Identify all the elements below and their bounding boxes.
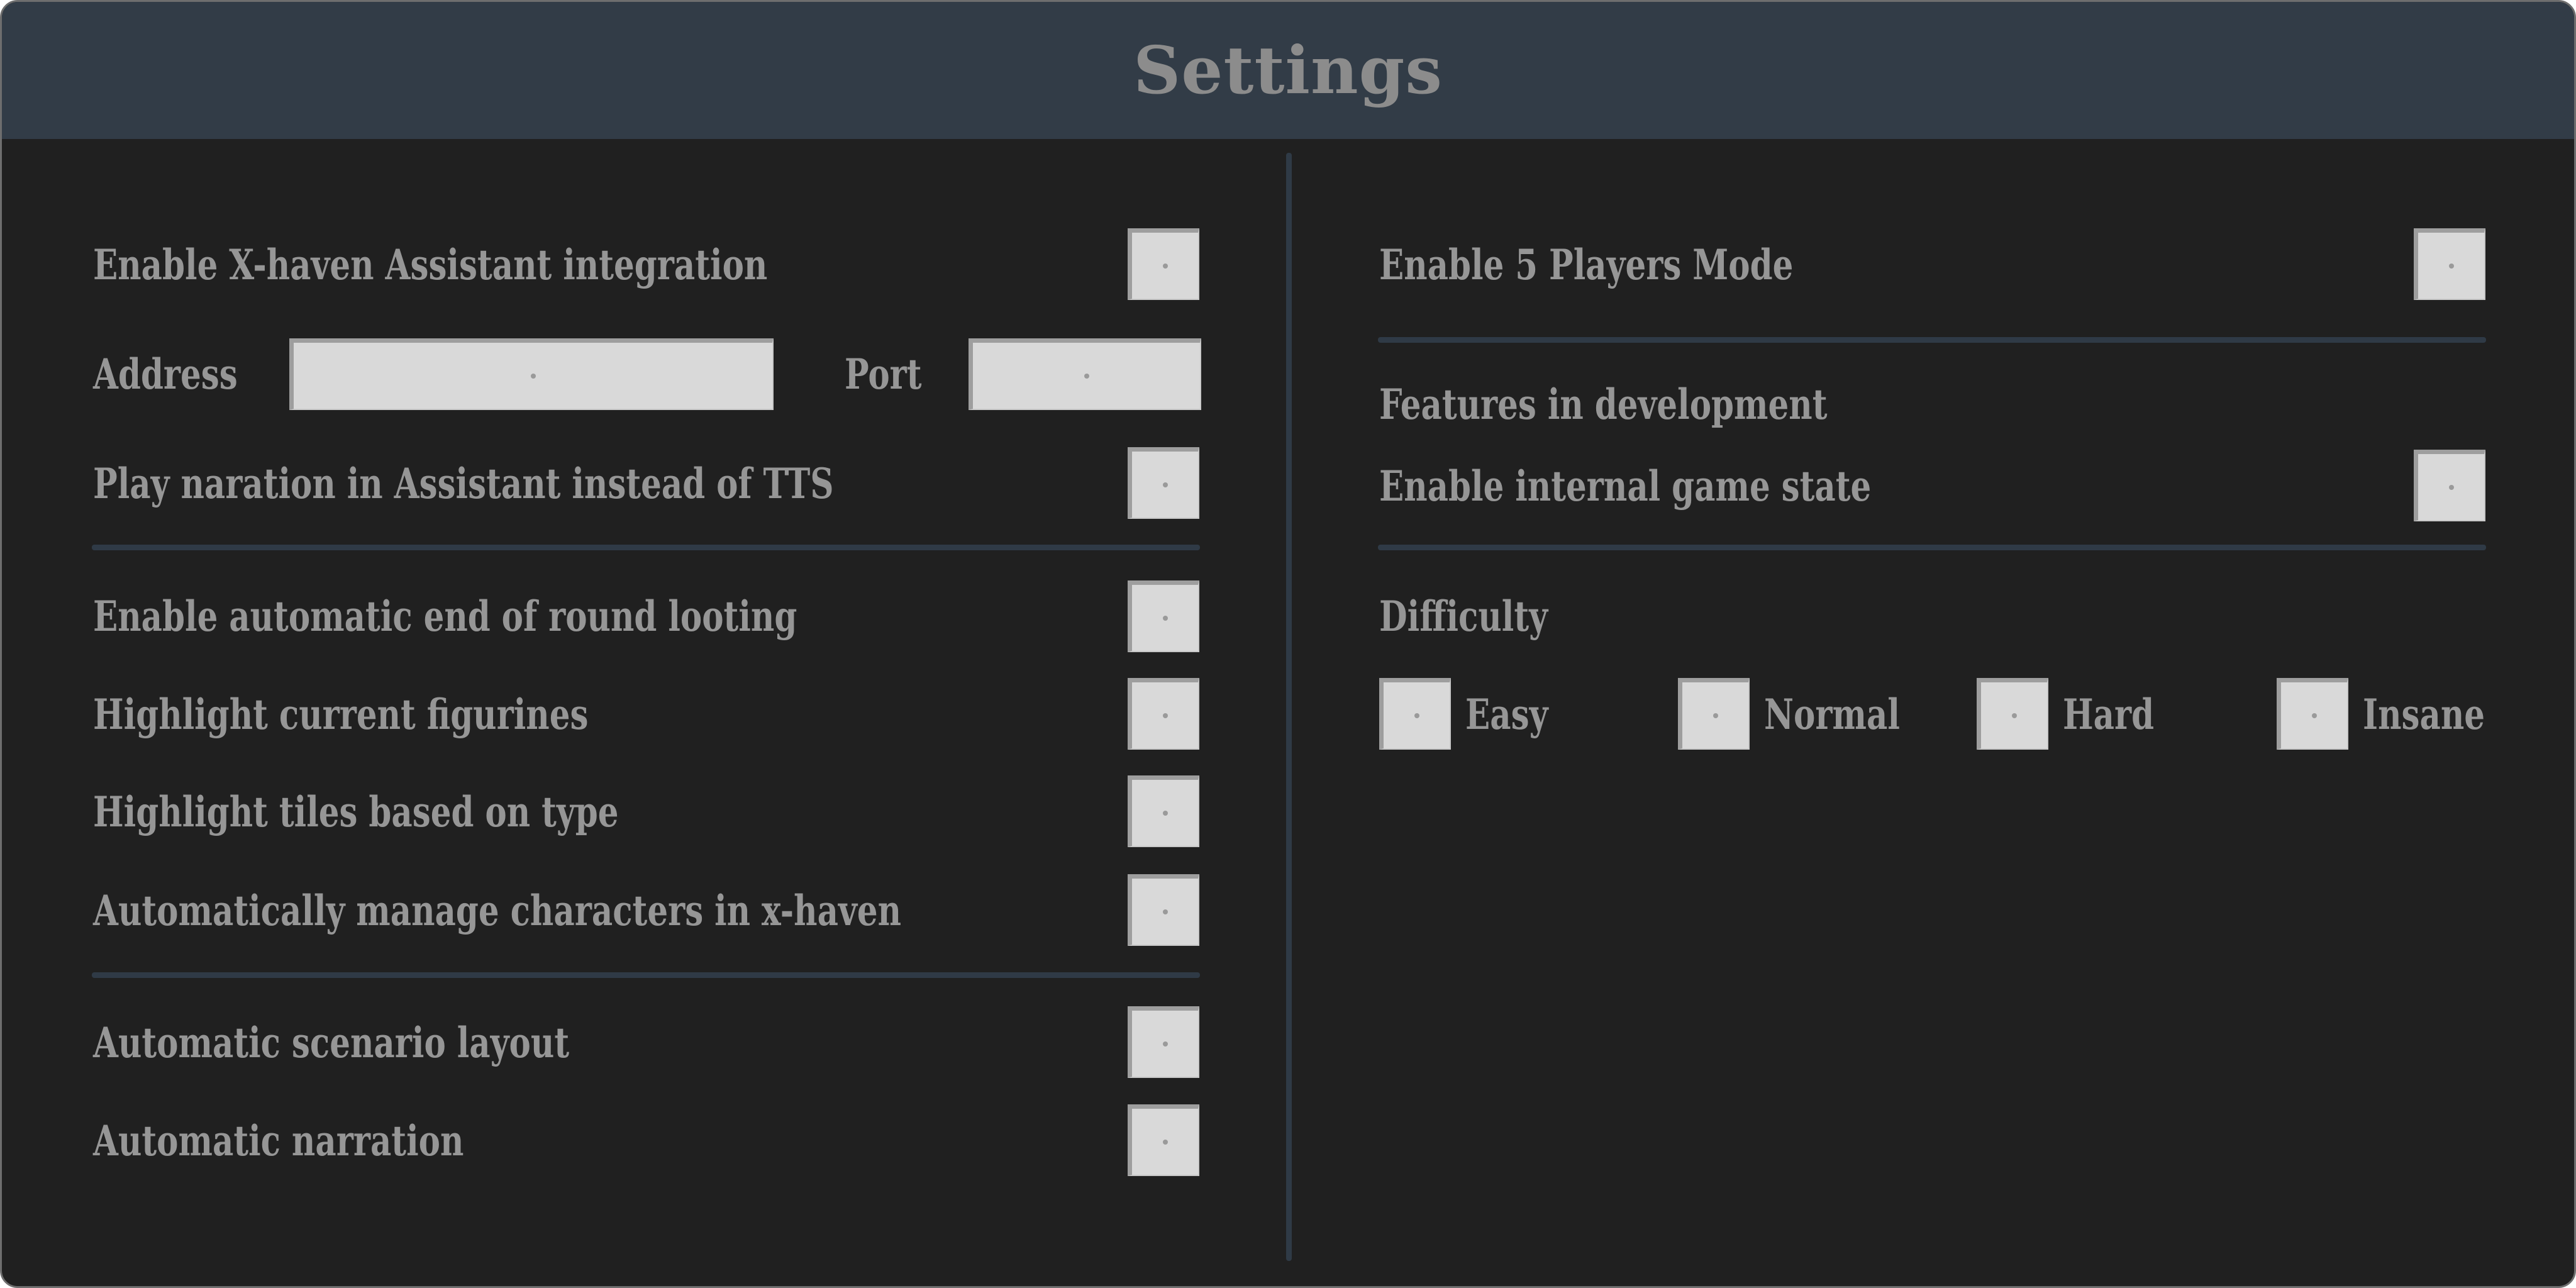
- highlight-tiles-label: Highlight tiles based on type: [93, 787, 619, 836]
- manage-characters-checkbox[interactable]: [1128, 874, 1199, 946]
- checkbox-indicator: [2448, 484, 2454, 490]
- port-input[interactable]: [973, 343, 1200, 409]
- scenario-layout-checkbox[interactable]: [1128, 1006, 1199, 1078]
- difficulty-insane-label: Insane: [2363, 690, 2485, 739]
- enable-assistant-label: Enable X-haven Assistant integration: [93, 240, 768, 289]
- checkbox-indicator: [1162, 909, 1168, 914]
- checkbox-indicator: [2448, 263, 2454, 269]
- checkbox-indicator: [1162, 713, 1168, 718]
- difficulty-normal-label: Normal: [1764, 690, 1900, 739]
- difficulty-hard-label: Hard: [2063, 690, 2155, 739]
- play-narration-label: Play naration in Assistant instead of TT…: [93, 459, 834, 508]
- port-field[interactable]: [969, 338, 1201, 410]
- difficulty-hard-radio[interactable]: [1977, 678, 2048, 750]
- auto-looting-label: Enable automatic end of round looting: [93, 592, 797, 641]
- checkbox-indicator: [1162, 482, 1168, 487]
- radio-indicator: [1414, 713, 1419, 718]
- address-field[interactable]: [289, 338, 774, 410]
- internal-state-label: Enable internal game state: [1379, 462, 1872, 511]
- port-label: Port: [845, 350, 922, 399]
- radio-indicator: [1713, 713, 1718, 718]
- address-input[interactable]: [294, 343, 772, 409]
- checkbox-indicator: [1162, 263, 1168, 269]
- radio-indicator: [2311, 713, 2317, 718]
- dev-features-heading: Features in development: [1379, 380, 1828, 429]
- section-divider: [1378, 545, 2486, 550]
- section-divider: [92, 545, 1200, 550]
- page-title: Settings: [1133, 31, 1443, 109]
- auto-narration-checkbox[interactable]: [1128, 1104, 1199, 1176]
- enable-assistant-checkbox[interactable]: [1128, 228, 1199, 300]
- highlight-figurines-label: Highlight current figurines: [93, 690, 589, 739]
- address-label: Address: [93, 350, 238, 399]
- section-divider: [92, 972, 1200, 978]
- settings-window: Settings Enable X-haven Assistant integr…: [0, 0, 2576, 1288]
- difficulty-insane-radio[interactable]: [2277, 678, 2348, 750]
- five-players-checkbox[interactable]: [2414, 228, 2485, 300]
- section-divider: [1378, 337, 2486, 343]
- internal-state-checkbox[interactable]: [2414, 450, 2485, 521]
- manage-characters-label: Automatically manage characters in x-hav…: [93, 886, 902, 935]
- difficulty-heading: Difficulty: [1379, 592, 1548, 641]
- checkbox-indicator: [1162, 810, 1168, 816]
- difficulty-easy-radio[interactable]: [1379, 678, 1451, 750]
- play-narration-checkbox[interactable]: [1128, 447, 1199, 519]
- five-players-label: Enable 5 Players Mode: [1379, 240, 1794, 289]
- header-bar: Settings: [2, 2, 2574, 139]
- auto-looting-checkbox[interactable]: [1128, 580, 1199, 652]
- radio-indicator: [2011, 713, 2017, 718]
- auto-narration-label: Automatic narration: [93, 1116, 464, 1165]
- highlight-figurines-checkbox[interactable]: [1128, 678, 1199, 750]
- scenario-layout-label: Automatic scenario layout: [93, 1018, 570, 1067]
- difficulty-easy-label: Easy: [1465, 690, 1548, 739]
- column-divider: [1286, 153, 1292, 1261]
- checkbox-indicator: [1162, 615, 1168, 621]
- highlight-tiles-checkbox[interactable]: [1128, 775, 1199, 847]
- checkbox-indicator: [1162, 1139, 1168, 1145]
- difficulty-normal-radio[interactable]: [1678, 678, 1750, 750]
- checkbox-indicator: [1162, 1041, 1168, 1046]
